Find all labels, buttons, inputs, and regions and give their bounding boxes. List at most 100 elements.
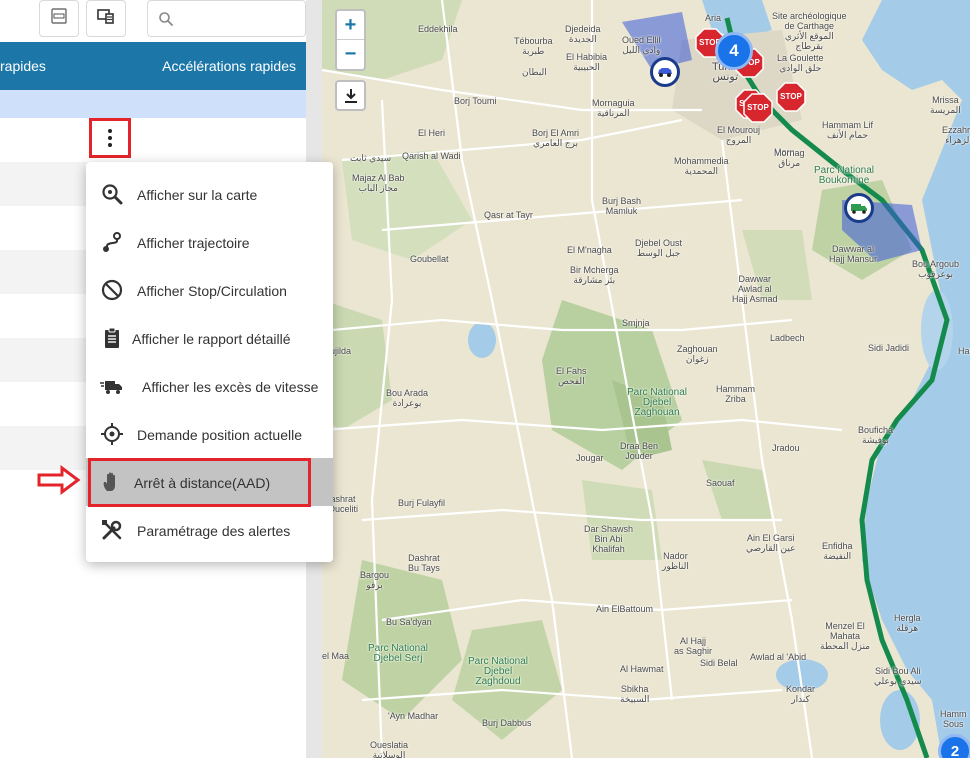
stop-marker[interactable]: STOP: [743, 93, 773, 123]
map-label: سيدي ثابت: [350, 153, 392, 163]
menu-item-label: Afficher Stop/Circulation: [137, 283, 287, 299]
map-label: Ham: [958, 346, 970, 356]
map-label: Al Hajj as Saghir: [674, 636, 713, 656]
map-label: 'Ayn Madhar: [388, 711, 439, 721]
map-label: Borj El Amri برج العامري: [532, 128, 580, 148]
zoom-in-button[interactable]: +: [337, 11, 364, 40]
map-label: Menzel El Mahata منزل المحطة: [820, 621, 871, 651]
map-label: Ladbech: [770, 333, 805, 343]
zoom-control: + −: [335, 9, 366, 71]
layout-toggle-button[interactable]: [86, 0, 126, 37]
menu-item-label: Demande position actuelle: [137, 427, 302, 443]
table-row[interactable]: [0, 90, 306, 118]
map-label: El Fahs الفحص: [556, 366, 587, 386]
xlsx-export-button[interactable]: [39, 0, 79, 37]
map-label: Saouaf: [706, 478, 735, 488]
map-label: el Maa: [322, 651, 350, 661]
menu-item-speeding[interactable]: Afficher les excès de vitesse: [86, 362, 333, 410]
menu-item-stop-circulation[interactable]: Afficher Stop/Circulation: [86, 266, 333, 314]
map-label: Majaz Al Bab مجاز الباب: [352, 173, 405, 193]
map-label: Aria: [705, 13, 722, 23]
search-icon: [159, 12, 173, 26]
map-label: Enfidha النفيضة: [822, 541, 853, 561]
map-label: Sidi Belal: [700, 658, 738, 668]
menu-item-label: Afficher les excès de vitesse: [142, 379, 319, 395]
search-input[interactable]: [182, 7, 300, 31]
map-label: Al Hawmat: [620, 664, 664, 674]
menu-item-show-route[interactable]: Afficher trajectoire: [86, 218, 333, 266]
map-label: Hamm Sous: [940, 709, 967, 729]
list-toolbar: [0, 0, 306, 42]
map-label: Parc National Djebel Serj: [368, 643, 429, 664]
map-label: Draa Ben Jouder: [620, 441, 659, 461]
column-header-accelerations[interactable]: Accélérations rapides: [162, 58, 296, 74]
crosshair-icon: [101, 423, 123, 445]
map-label: Djedeida الجديدة: [565, 24, 601, 44]
truck-speed-icon: [100, 381, 122, 394]
route-icon: [103, 232, 121, 252]
stop-label: STOP: [780, 92, 802, 101]
download-icon: [344, 88, 357, 103]
map-label: Mornag مرناق: [774, 148, 805, 168]
arrow-right-icon: [37, 465, 81, 495]
map-label: Qarish al Wadi: [402, 151, 461, 161]
map-label: Jradou: [772, 443, 800, 453]
map-label: Jougar: [576, 453, 604, 463]
map-label: Qasr at Tayr: [484, 210, 533, 220]
row-actions-button[interactable]: [89, 118, 131, 158]
layout-toggle-icon: [96, 7, 116, 30]
map-label: Dawwar al Hajj Mansur: [829, 244, 878, 264]
menu-item-request-position[interactable]: Demande position actuelle: [86, 410, 333, 458]
map-label: Tébourba طبربة: [514, 36, 553, 56]
zoom-out-button[interactable]: −: [337, 40, 364, 69]
map-label: Borj Toumi: [454, 96, 497, 106]
map-label: El M'nagha: [567, 245, 612, 255]
map-label: Nador الناظور: [662, 551, 689, 571]
map-label: Oueslatia الوسلاتية: [370, 740, 409, 758]
stop-marker[interactable]: STOP: [776, 82, 806, 112]
truck-icon: [851, 204, 867, 214]
map-label: El Mourouj المروج: [717, 125, 761, 145]
map-label: El Heri: [418, 128, 446, 138]
map-label: Sidi Jadidi: [868, 343, 910, 353]
map-label: Sbikha السبيخة: [620, 684, 650, 704]
vehicle-marker[interactable]: [650, 57, 680, 87]
map-label: Bu Sa'dyan: [386, 617, 432, 627]
menu-item-label: Afficher sur la carte: [137, 187, 258, 203]
map-label: Ezzahra الزهراء: [942, 125, 970, 145]
map-label: البطان: [522, 67, 547, 77]
map-label: Ain El Garsi عين القارصي: [746, 533, 796, 553]
map-label: Hammam Lif حمام الأنف: [822, 120, 874, 140]
menu-item-detailed-report[interactable]: Afficher le rapport détaillé: [86, 314, 333, 362]
map-label: Bouficha بوفيشة: [858, 425, 894, 445]
menu-item-show-on-map[interactable]: Afficher sur la carte: [86, 170, 333, 218]
menu-item-alert-settings[interactable]: Paramétrage des alertes: [86, 506, 333, 554]
map-label: Goubellat: [410, 254, 449, 264]
map-label: Smjnja: [622, 318, 650, 328]
car-icon: [658, 68, 672, 77]
block-icon: [101, 279, 123, 301]
map-view[interactable]: Aria Site archéologique de Carthage المو…: [322, 0, 970, 758]
tools-icon: [102, 520, 122, 540]
cluster-marker[interactable]: 4: [715, 32, 753, 70]
highlight-frame: [88, 458, 311, 507]
download-button[interactable]: [335, 80, 366, 111]
kebab-dot: [108, 143, 112, 147]
table-header: rapides Accélérations rapides: [0, 42, 306, 90]
cluster-marker[interactable]: 2: [938, 734, 970, 758]
vehicle-marker[interactable]: [844, 193, 874, 223]
map-label: Burj Fulayfil: [398, 498, 446, 508]
table-row[interactable]: [0, 118, 306, 162]
menu-item-label: Paramétrage des alertes: [137, 523, 291, 539]
column-header-rapides[interactable]: rapides: [0, 58, 46, 74]
map-label: Dar Shawsh Bin Abi Khalifah: [584, 524, 634, 554]
map-label: Burj Bash Mamluk: [602, 196, 642, 216]
map-label: Bargou برقو: [360, 570, 390, 590]
map-label: Parc National Djebel Zaghouan: [627, 387, 688, 418]
search-box: [147, 0, 306, 37]
map-label: Sidi Bou Ali سيدي بوعلي: [874, 666, 922, 686]
menu-item-label: Afficher le rapport détaillé: [132, 331, 291, 347]
map-label: Site archéologique de Carthage الموقع ال…: [772, 11, 847, 51]
map-label: Bou Arada بوعرادة: [386, 388, 429, 408]
map-label: Djebel Oust جبل الوسط: [635, 238, 683, 258]
